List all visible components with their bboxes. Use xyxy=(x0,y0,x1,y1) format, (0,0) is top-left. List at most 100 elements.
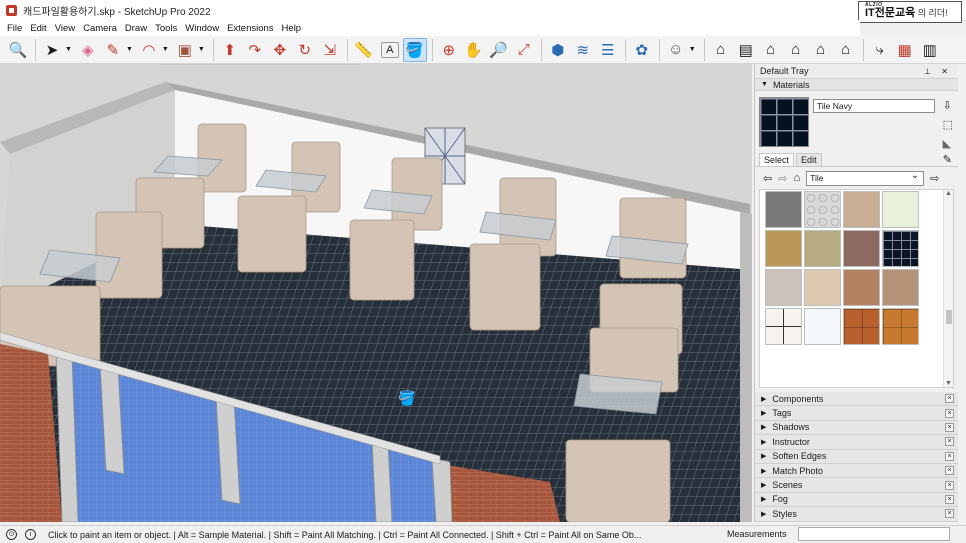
current-material-swatch[interactable] xyxy=(759,97,809,147)
menu-edit[interactable]: Edit xyxy=(26,23,50,34)
panel-match-photo[interactable]: ▶ Match Photo × xyxy=(755,463,958,479)
panel-soften-edges[interactable]: ▶ Soften Edges × xyxy=(755,449,958,464)
panel-components[interactable]: ▶ Components × xyxy=(755,392,958,407)
zoom-icon[interactable]: 🔎 xyxy=(487,38,511,62)
material-swatch[interactable] xyxy=(804,308,841,345)
measurements-input[interactable] xyxy=(798,527,950,541)
arc-dropdown-icon[interactable]: ▼ xyxy=(162,46,169,53)
tray-pin-close-icon[interactable]: ⊥ ✕ xyxy=(924,67,952,76)
panel-instructor[interactable]: ▶ Instructor × xyxy=(755,435,958,450)
arc-icon[interactable]: ◠ xyxy=(137,38,161,62)
material-swatch[interactable] xyxy=(843,191,880,228)
close-icon[interactable]: × xyxy=(945,437,954,447)
material-swatch[interactable] xyxy=(765,230,802,267)
menu-draw[interactable]: Draw xyxy=(121,23,151,34)
forward-arrow-icon[interactable]: ⇨ xyxy=(778,172,787,185)
material-swatch[interactable] xyxy=(882,230,919,267)
house-open-icon[interactable]: ⌂ xyxy=(834,38,858,62)
material-swatch[interactable] xyxy=(882,269,919,306)
shape-dropdown-icon[interactable]: ▼ xyxy=(198,46,205,53)
scroll-down-icon[interactable]: ▼ xyxy=(945,380,952,387)
menu-camera[interactable]: Camera xyxy=(79,23,121,34)
paint-bucket-icon[interactable]: 🪣 xyxy=(402,37,427,62)
close-icon[interactable]: × xyxy=(945,509,954,519)
material-swatch[interactable] xyxy=(843,269,880,306)
report-icon[interactable]: ▦ xyxy=(893,38,917,62)
scroll-up-icon[interactable]: ▲ xyxy=(945,190,952,197)
tab-edit[interactable]: Edit xyxy=(796,153,822,166)
material-swatch[interactable] xyxy=(882,308,919,345)
book-icon[interactable]: ▤ xyxy=(734,38,758,62)
pan-icon[interactable]: ✋ xyxy=(462,38,486,62)
material-scrollbar[interactable]: ▲ ▼ xyxy=(943,190,953,387)
tab-select[interactable]: Select xyxy=(759,153,795,166)
pencil-dropdown-icon[interactable]: ▼ xyxy=(126,46,133,53)
menu-view[interactable]: View xyxy=(51,23,79,34)
menu-extensions[interactable]: Extensions xyxy=(223,23,277,34)
instructor-info-icon[interactable]: i xyxy=(25,529,36,540)
close-icon[interactable]: × xyxy=(945,494,954,504)
account-icon[interactable]: ☺ xyxy=(664,38,688,62)
menu-file[interactable]: File xyxy=(3,23,26,34)
materials-panel-header[interactable]: ▼ Materials xyxy=(755,78,958,91)
close-icon[interactable]: × xyxy=(945,408,954,418)
menu-window[interactable]: Window xyxy=(181,23,223,34)
follow-me-icon[interactable]: ↷ xyxy=(243,38,267,62)
eraser-icon[interactable]: ◈ xyxy=(76,38,100,62)
text-icon[interactable]: A xyxy=(380,41,399,58)
styles-icon[interactable]: ✿ xyxy=(630,38,654,62)
scale-icon[interactable]: ⇲ xyxy=(318,38,342,62)
zoom-extents-icon[interactable]: ⤢ xyxy=(512,38,536,62)
panel-tags[interactable]: ▶ Tags × xyxy=(755,406,958,421)
panel-fog[interactable]: ▶ Fog × xyxy=(755,492,958,508)
close-icon[interactable]: × xyxy=(945,394,954,404)
panel-styles[interactable]: ▶ Styles × xyxy=(755,507,958,522)
move-icon[interactable]: ✥ xyxy=(268,38,292,62)
material-swatch[interactable] xyxy=(804,269,841,306)
panel-shadows[interactable]: ▶ Shadows × xyxy=(755,420,958,436)
house-icon[interactable]: ⌂ xyxy=(759,38,783,62)
material-swatch[interactable] xyxy=(804,191,841,228)
close-icon[interactable]: × xyxy=(945,480,954,490)
rotate-icon[interactable]: ↻ xyxy=(293,38,317,62)
default-material-icon[interactable]: ◣ xyxy=(943,137,953,150)
material-name-field[interactable]: Tile Navy xyxy=(813,99,935,113)
sample-paint-icon[interactable]: ⇩ xyxy=(943,99,953,112)
select-dropdown-icon[interactable]: ▼ xyxy=(65,46,72,53)
details-arrow-icon[interactable]: ⇨ xyxy=(930,172,939,185)
tape-measure-icon[interactable]: 📏 xyxy=(352,38,376,62)
model-viewport[interactable]: 🪣 xyxy=(0,64,752,522)
extension-icon[interactable]: ⤷ xyxy=(868,38,892,62)
material-swatch[interactable] xyxy=(765,269,802,306)
material-swatch[interactable] xyxy=(843,230,880,267)
close-icon[interactable]: × xyxy=(945,422,954,432)
menu-tools[interactable]: Tools xyxy=(151,23,181,34)
back-arrow-icon[interactable]: ⇦ xyxy=(763,172,772,185)
sample-paint-tool-icon[interactable]: ✎ xyxy=(943,153,952,166)
library-select[interactable]: Tile xyxy=(806,169,925,186)
pencil-icon[interactable]: ✎ xyxy=(101,38,125,62)
menu-help[interactable]: Help xyxy=(278,23,306,34)
close-icon[interactable]: × xyxy=(945,466,954,476)
layout-icon[interactable]: ▥ xyxy=(918,38,942,62)
house-outline-icon[interactable]: ⌂ xyxy=(809,38,833,62)
push-pull-icon[interactable]: ⬆ xyxy=(218,38,242,62)
panel-scenes[interactable]: ▶ Scenes × xyxy=(755,478,958,493)
solid-tools-icon[interactable]: ⬢ xyxy=(546,38,570,62)
house-front-icon[interactable]: ⌂ xyxy=(784,38,808,62)
home-icon[interactable]: ⌂ xyxy=(793,172,800,184)
shape-icon[interactable]: ▣ xyxy=(173,38,197,62)
account-dropdown-icon[interactable]: ▼ xyxy=(689,46,696,53)
create-material-icon[interactable]: ⬚ xyxy=(943,118,953,131)
select-icon[interactable]: ➤ xyxy=(40,38,64,62)
material-swatch[interactable] xyxy=(765,191,802,228)
geolocation-icon[interactable]: ⊙ xyxy=(6,529,17,540)
material-swatch[interactable] xyxy=(804,230,841,267)
search-icon[interactable]: 🔍 xyxy=(6,38,30,62)
material-swatch[interactable] xyxy=(765,308,802,345)
sandbox-icon[interactable]: ≋ xyxy=(571,38,595,62)
scroll-thumb[interactable] xyxy=(946,310,952,324)
close-icon[interactable]: × xyxy=(945,451,954,461)
material-swatch[interactable] xyxy=(882,191,919,228)
warehouse-icon[interactable]: ⌂ xyxy=(709,38,733,62)
